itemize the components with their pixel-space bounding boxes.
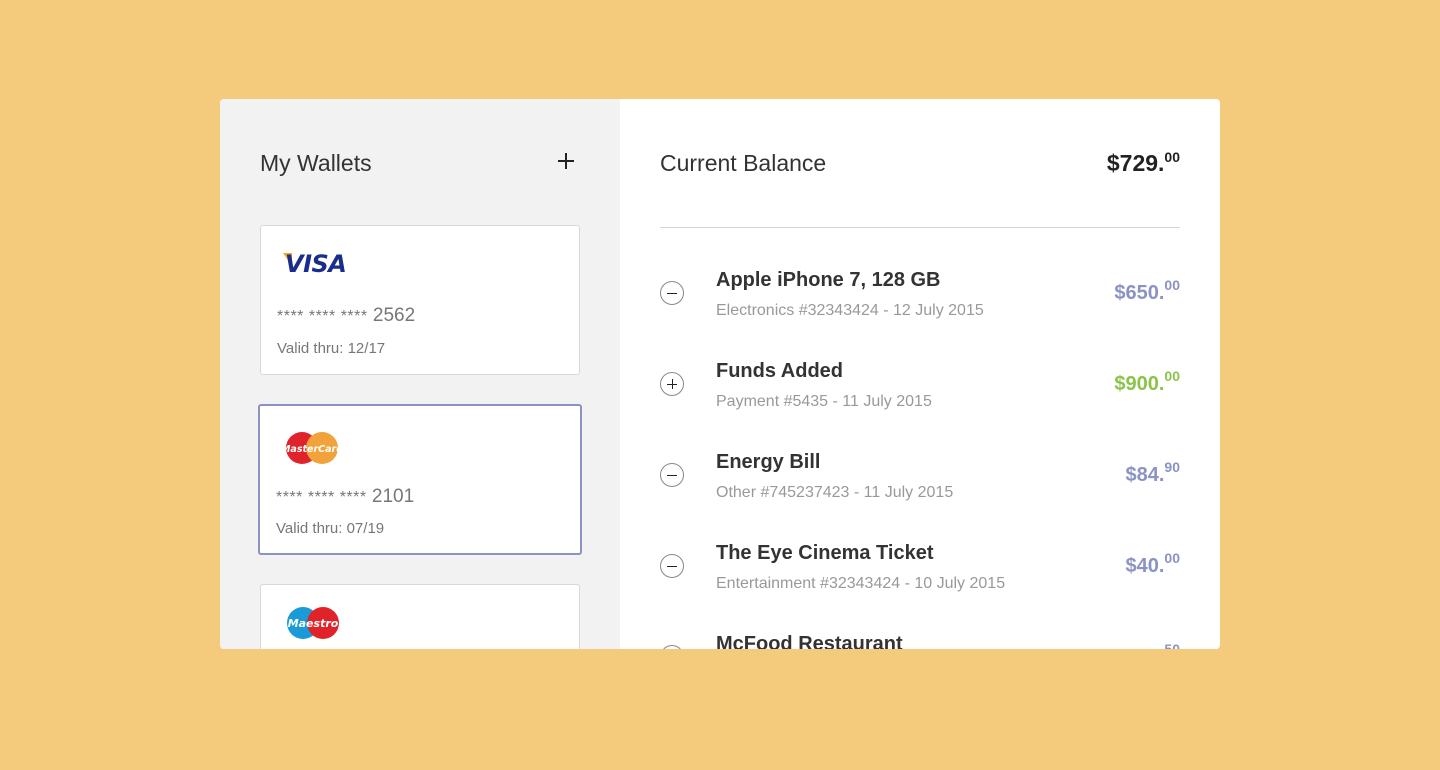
card-number: **** **** **** 2101 bbox=[276, 486, 415, 507]
plus-circle-icon[interactable] bbox=[660, 372, 684, 396]
wallets-title: My Wallets bbox=[260, 150, 372, 176]
visa-logo: VISA bbox=[283, 250, 347, 278]
transaction-subtitle: Payment #5435 - 11 July 2015 bbox=[716, 393, 932, 410]
transaction-title: Apple iPhone 7, 128 GB bbox=[716, 269, 941, 291]
transaction-row[interactable]: McFood Restaurant 50 bbox=[660, 633, 1180, 649]
svg-text:MasterCard: MasterCard bbox=[281, 444, 343, 455]
wallet-card-visa[interactable]: VISA **** **** **** 2562 Valid thru: 12/… bbox=[260, 225, 580, 375]
card-number: **** **** **** 2562 bbox=[277, 305, 416, 326]
wallet-app: My Wallets VISA **** **** **** 2562 Vali… bbox=[220, 99, 1220, 649]
transaction-subtitle: Other #745237423 - 11 July 2015 bbox=[716, 484, 954, 501]
wallet-card-mastercard[interactable]: MasterCard **** **** **** 2101 Valid thr… bbox=[258, 404, 582, 555]
transaction-row[interactable]: Energy Bill Other #745237423 - 11 July 2… bbox=[660, 451, 1180, 511]
add-wallet-button[interactable] bbox=[554, 149, 578, 173]
balance-panel: Current Balance $729.00 Apple iPhone 7, … bbox=[620, 99, 1220, 649]
balance-amount: $729.00 bbox=[1106, 149, 1180, 176]
transaction-amount: $900.00 bbox=[1114, 368, 1180, 395]
balance-title: Current Balance bbox=[660, 150, 827, 176]
card-valid-thru: Valid thru: 12/17 bbox=[277, 340, 386, 357]
maestro-icon: Maestro bbox=[287, 607, 339, 639]
mastercard-logo: MasterCard bbox=[280, 428, 350, 464]
wallet-card-maestro[interactable]: Maestro bbox=[260, 584, 580, 649]
transaction-row[interactable]: Apple iPhone 7, 128 GB Electronics #3234… bbox=[660, 269, 1180, 329]
transaction-row[interactable]: The Eye Cinema Ticket Entertainment #323… bbox=[660, 542, 1180, 602]
transaction-row[interactable]: Funds Added Payment #5435 - 11 July 2015… bbox=[660, 360, 1180, 420]
transaction-amount: $40.00 bbox=[1125, 550, 1180, 577]
transaction-title: McFood Restaurant bbox=[716, 633, 903, 649]
svg-text:Maestro: Maestro bbox=[288, 617, 339, 630]
transaction-subtitle: Electronics #32343424 - 12 July 2015 bbox=[716, 302, 984, 319]
minus-circle-icon[interactable] bbox=[660, 281, 684, 305]
card-valid-thru: Valid thru: 07/19 bbox=[276, 520, 385, 537]
divider bbox=[660, 227, 1180, 228]
maestro-logo: Maestro bbox=[281, 603, 351, 639]
mastercard-icon: MasterCard bbox=[281, 432, 343, 464]
wallets-panel: My Wallets VISA **** **** **** 2562 Vali… bbox=[220, 99, 620, 649]
transaction-title: Funds Added bbox=[716, 360, 844, 382]
transaction-amount: $84.90 bbox=[1125, 459, 1180, 486]
minus-circle-icon[interactable] bbox=[660, 463, 684, 487]
transaction-title: Energy Bill bbox=[716, 451, 821, 473]
transaction-subtitle: Entertainment #32343424 - 10 July 2015 bbox=[716, 575, 1006, 592]
minus-circle-icon[interactable] bbox=[660, 554, 684, 578]
transaction-amount: $650.00 bbox=[1114, 277, 1180, 304]
minus-circle-icon[interactable] bbox=[660, 645, 684, 649]
transaction-amount: 50 bbox=[1164, 641, 1180, 649]
transaction-title: The Eye Cinema Ticket bbox=[716, 542, 934, 564]
